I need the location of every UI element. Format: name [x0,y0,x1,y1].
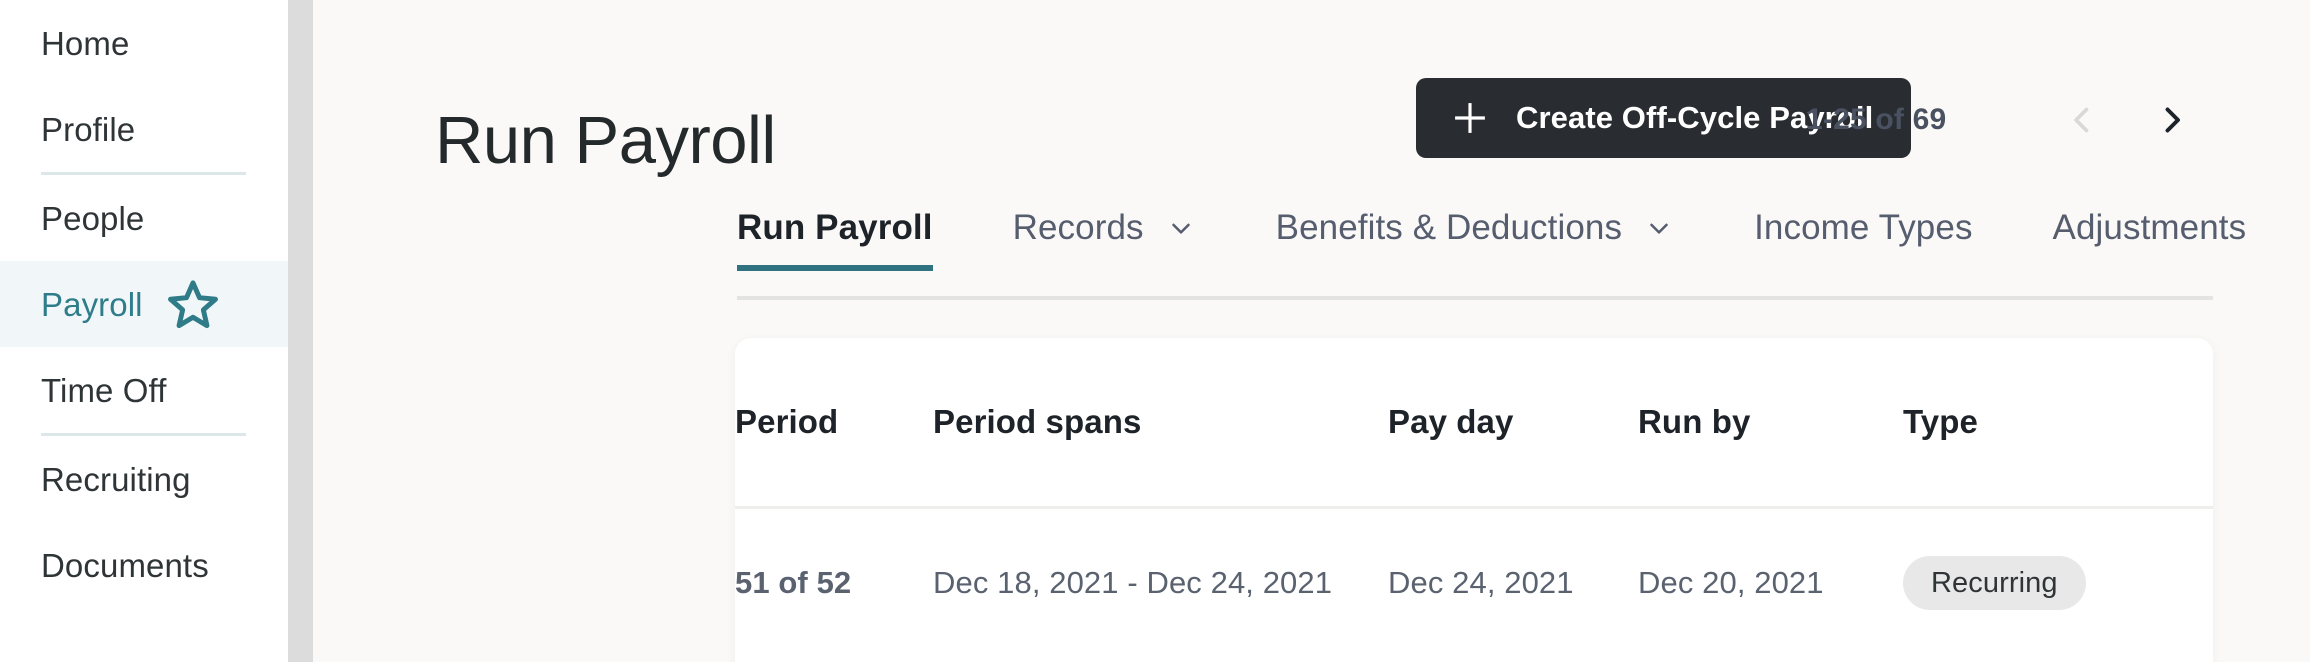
tab-adjustments[interactable]: Adjustments [2053,210,2247,271]
sidebar-item-people[interactable]: People [0,175,288,261]
chevron-left-icon [2064,102,2100,138]
column-header-label: Type [1903,403,1978,440]
payroll-table: Period Period spans Pay day Run by Type [735,338,2213,657]
tab-run-payroll[interactable]: Run Payroll [737,210,933,271]
cell-period-spans: Dec 18, 2021 - Dec 24, 2021 [933,565,1333,600]
sidebar-item-home[interactable]: Home [0,0,288,86]
column-header-label: Pay day [1388,403,1514,440]
table-row[interactable]: 51 of 52 Dec 18, 2021 - Dec 24, 2021 Dec… [735,507,2213,658]
sidebar: Home Profile People Payroll Time Off Rec… [0,0,288,662]
column-header-pay-day[interactable]: Pay day [1388,338,1638,508]
tab-income-types[interactable]: Income Types [1754,210,1972,271]
cell-pay-day: Dec 24, 2021 [1388,565,1574,600]
column-header-label: Run by [1638,403,1751,440]
sidebar-item-label: Home [41,24,130,62]
cell-type: Recurring [1903,508,2213,658]
plus-icon [1450,98,1490,138]
page-title: Run Payroll [435,102,776,178]
tab-label: Adjustments [2052,208,2247,247]
tab-label: Benefits & Deductions [1275,208,1623,247]
chevron-right-icon [2154,102,2190,138]
sidebar-item-label: Payroll [41,285,143,323]
tab-bar-rule [737,296,2213,300]
star-icon[interactable] [165,277,221,331]
column-header-label: Period spans [933,403,1142,440]
cell-run-by: Dec 20, 2021 [1638,565,1824,600]
sidebar-item-recruiting[interactable]: Recruiting [0,436,288,522]
pagination-prev-button[interactable] [2054,92,2110,148]
sidebar-item-payroll[interactable]: Payroll [0,261,288,347]
tab-label: Records [1012,208,1144,247]
column-header-period-spans[interactable]: Period spans [933,338,1388,508]
tab-label: Run Payroll [737,208,933,247]
table-body: 51 of 52 Dec 18, 2021 - Dec 24, 2021 Dec… [735,507,2213,658]
tab-list: Run Payroll Records Benefits & Deduction… [737,210,2310,271]
table-header: Period Period spans Pay day Run by Type [735,338,2213,508]
cell-period: 51 of 52 [735,565,852,600]
column-header-label: Period [735,403,839,440]
pagination-next-button[interactable] [2144,92,2200,148]
sidebar-item-profile[interactable]: Profile [0,86,288,172]
type-badge: Recurring [1903,556,2086,610]
sidebar-item-label: People [41,199,145,237]
sidebar-item-documents[interactable]: Documents [0,522,288,608]
sidebar-item-label: Profile [41,110,136,148]
sidebar-item-time-off[interactable]: Time Off [0,347,288,433]
app-root: Home Profile People Payroll Time Off Rec… [0,0,2310,662]
sidebar-item-label: Recruiting [41,460,191,498]
pagination-range-label: 1-25 of 69 [1806,103,1947,136]
sidebar-item-label: Documents [41,546,209,584]
pagination: 1-25 of 69 [1806,92,2200,148]
chevron-down-icon [1166,213,1196,243]
page-header: Run Payroll Create Off-Cycle Payroll 1-2… [313,0,2310,210]
column-header-period[interactable]: Period [735,338,933,508]
tab-label: Income Types [1754,208,1973,247]
payroll-table-card: Period Period spans Pay day Run by Type [735,338,2213,662]
tab-records[interactable]: Records [1013,210,1196,271]
tab-bar: Run Payroll Records Benefits & Deduction… [313,210,2310,302]
sidebar-nav-list: Home Profile People Payroll Time Off Rec… [0,0,288,608]
tab-benefits-and-deductions[interactable]: Benefits & Deductions [1276,210,1674,271]
column-header-type[interactable]: Type [1903,338,2213,508]
vertical-scrollbar[interactable] [288,0,313,662]
column-header-run-by[interactable]: Run by [1638,338,1903,508]
main-content: Run Payroll Create Off-Cycle Payroll 1-2… [313,0,2310,662]
table-header-row: Period Period spans Pay day Run by Type [735,338,2213,508]
chevron-down-icon [1644,213,1674,243]
sidebar-item-label: Time Off [41,371,167,409]
